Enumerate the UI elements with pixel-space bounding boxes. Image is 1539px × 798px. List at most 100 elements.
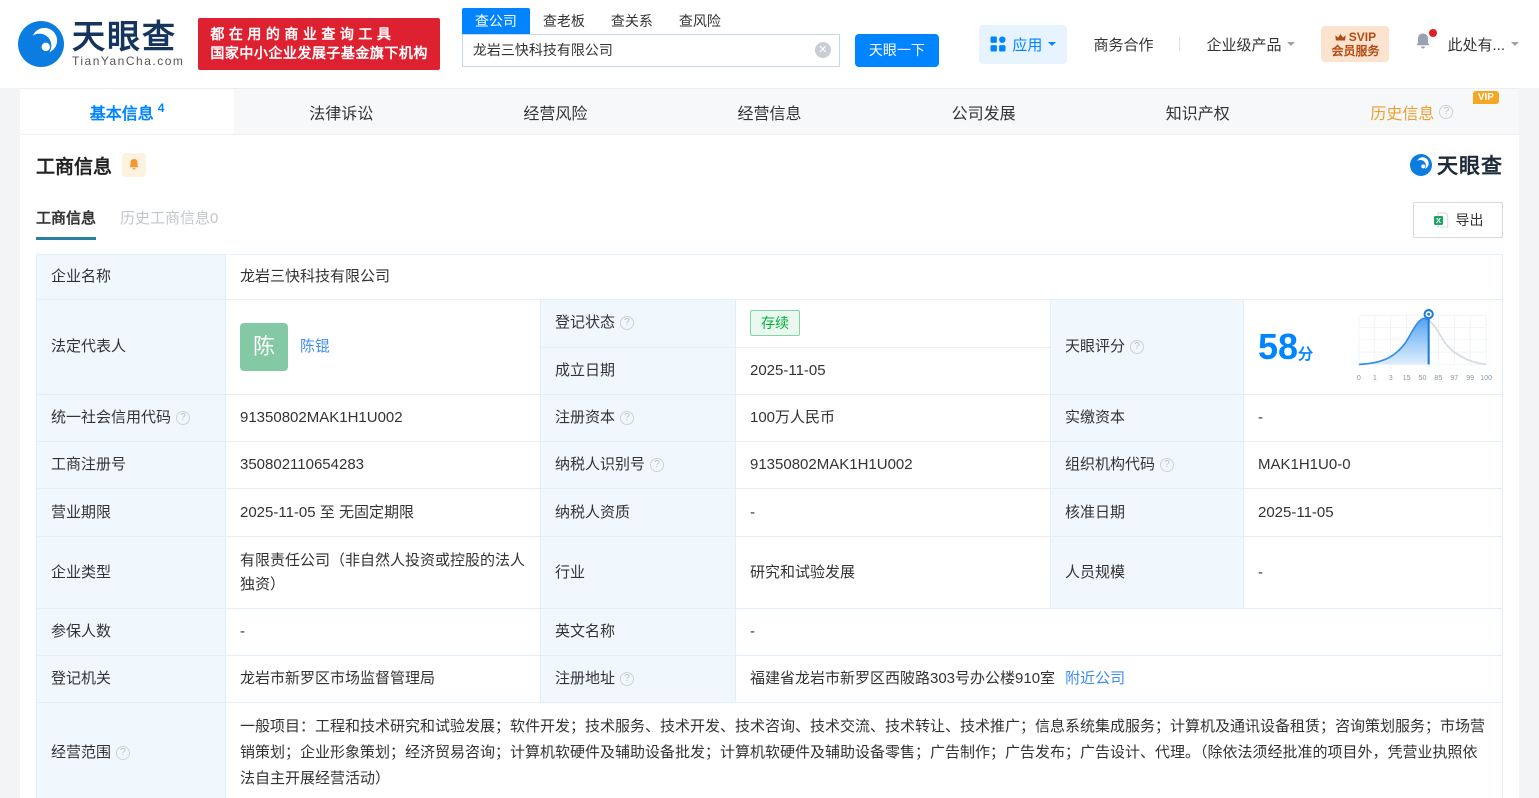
legal-rep-link[interactable]: 陈锟 bbox=[300, 335, 330, 359]
field-label: 实缴资本 bbox=[1051, 395, 1244, 441]
score-unit: 分 bbox=[1298, 346, 1314, 363]
tab-basic-info[interactable]: 基本信息 4 bbox=[20, 89, 235, 134]
tab-intellectual-property[interactable]: 知识产权 bbox=[1091, 89, 1305, 134]
field-label: 行业 bbox=[541, 537, 736, 608]
field-label: 参保人数 bbox=[37, 609, 226, 655]
section-title: 工商信息 bbox=[36, 156, 113, 178]
search-tab-company[interactable]: 查公司 bbox=[461, 7, 530, 34]
est-date-value: 2025-11-05 bbox=[750, 361, 826, 379]
monitor-bell-button[interactable] bbox=[122, 153, 147, 177]
chevron-down-icon bbox=[1511, 42, 1519, 50]
nav-divider bbox=[1179, 37, 1181, 51]
tab-operation-info[interactable]: 经营信息 bbox=[662, 89, 876, 134]
help-icon[interactable]: ? bbox=[650, 458, 665, 472]
reg-address-cell: 福建省龙岩市新罗区西陂路303号办公楼910室 附近公司 bbox=[736, 656, 1502, 702]
tab-development-label: 公司发展 bbox=[951, 105, 1016, 123]
table-row: 企业名称 龙岩三快科技有限公司 bbox=[37, 255, 1502, 300]
field-label: 核准日期 bbox=[1051, 489, 1244, 536]
search-tab-relation[interactable]: 查关系 bbox=[598, 8, 666, 34]
english-name-value: - bbox=[750, 623, 755, 640]
reg-status-label: 登记状态 bbox=[555, 314, 616, 332]
field-label: 成立日期 bbox=[541, 347, 736, 394]
svg-text:X: X bbox=[1435, 216, 1440, 225]
subtab-business-info[interactable]: 工商信息 bbox=[36, 207, 97, 240]
nav-item-cooperation[interactable]: 商务合作 bbox=[1093, 34, 1153, 55]
enterprise-label: 企业级产品 bbox=[1206, 36, 1282, 54]
field-label: 纳税人资质 bbox=[541, 489, 736, 536]
field-label: 英文名称 bbox=[541, 609, 736, 655]
reg-capital-value: 100万人民币 bbox=[736, 395, 1051, 441]
tab-history-info[interactable]: VIP 历史信息 ? bbox=[1305, 89, 1519, 134]
help-icon[interactable]: ? bbox=[176, 411, 191, 425]
business-scope-label: 经营范围 bbox=[51, 743, 112, 761]
user-menu[interactable]: 此处有... bbox=[1447, 34, 1519, 55]
export-label: 导出 bbox=[1455, 212, 1484, 228]
apps-menu-button[interactable]: 应用 bbox=[979, 24, 1068, 64]
eye-logo-icon bbox=[18, 21, 64, 67]
svg-text:99: 99 bbox=[1466, 374, 1474, 382]
credit-code-value: 91350802MAK1H1U002 bbox=[226, 395, 541, 441]
help-icon[interactable]: ? bbox=[1130, 340, 1145, 354]
help-icon[interactable]: ? bbox=[1160, 458, 1175, 472]
table-row: 企业类型 有限责任公司（非自然人投资或控股的法人独资） 行业 研究和试验发展 人… bbox=[37, 537, 1502, 609]
reg-address-label: 注册地址 bbox=[555, 670, 616, 687]
field-label: 人员规模 bbox=[1051, 537, 1244, 608]
search-tab-boss[interactable]: 查老板 bbox=[530, 8, 598, 34]
svg-text:1: 1 bbox=[1373, 374, 1377, 382]
search-input[interactable] bbox=[472, 42, 815, 58]
reg-status-cell: 存续 bbox=[736, 300, 1050, 347]
org-code-value: MAK1H1U0-0 bbox=[1258, 456, 1351, 473]
tab-legal[interactable]: 法律诉讼 bbox=[234, 89, 448, 134]
bell-icon bbox=[129, 159, 139, 170]
top-header: 天眼查 TianYanCha.com 都在用的商业查询工具 国家中小企业发展子基… bbox=[0, 0, 1539, 88]
svip-membership-button[interactable]: SVIP 会员服务 bbox=[1321, 26, 1390, 62]
user-name: 此处有... bbox=[1447, 36, 1505, 54]
nearby-companies-link[interactable]: 附近公司 bbox=[1065, 667, 1125, 691]
svg-text:85: 85 bbox=[1434, 374, 1442, 382]
score-label: 天眼评分 bbox=[1065, 338, 1126, 355]
search-area: 查公司 查老板 查关系 查风险 ✕ 天眼一下 bbox=[461, 7, 939, 67]
status-badge: 存续 bbox=[750, 310, 800, 337]
field-label: 工商注册号 bbox=[37, 442, 226, 488]
svg-text:15: 15 bbox=[1403, 374, 1411, 382]
tab-business-risk[interactable]: 经营风险 bbox=[448, 89, 662, 134]
help-icon[interactable]: ? bbox=[620, 411, 635, 425]
nav-item-enterprise[interactable]: 企业级产品 bbox=[1206, 34, 1296, 55]
apps-label: 应用 bbox=[1012, 36, 1043, 54]
help-icon[interactable]: ? bbox=[1439, 104, 1454, 119]
reg-address-value: 福建省龙岩市新罗区西陂路303号办公楼910室 bbox=[750, 670, 1056, 687]
insured-count-value: - bbox=[226, 609, 541, 655]
help-icon[interactable]: ? bbox=[116, 745, 131, 760]
company-nav-tabs: 基本信息 4 法律诉讼 经营风险 经营信息 公司发展 知识产权 VIP 历史信息… bbox=[20, 88, 1519, 135]
subtab-history-business-info[interactable]: 历史工商信息0 bbox=[120, 207, 218, 240]
chevron-down-icon bbox=[1287, 42, 1296, 50]
search-tabs: 查公司 查老板 查关系 查风险 bbox=[461, 7, 939, 34]
content-area: 工商信息 天眼查 工商信息 历史工商信息0 X 导出 企业名称 龙岩三快科技有限… bbox=[20, 135, 1519, 798]
table-row: 统一社会信用代码 ? 91350802MAK1H1U002 注册资本 ? 100… bbox=[37, 395, 1502, 442]
business-term-value: 2025-11-05 至 无固定期限 bbox=[226, 489, 541, 536]
clear-search-icon[interactable]: ✕ bbox=[814, 42, 831, 58]
field-label: 登记状态 ? bbox=[541, 300, 736, 347]
tianyancha-logo[interactable]: 天眼查 TianYanCha.com bbox=[18, 20, 184, 68]
search-box: ✕ bbox=[461, 33, 840, 67]
search-tab-risk[interactable]: 查风险 bbox=[666, 8, 734, 34]
help-icon[interactable]: ? bbox=[620, 316, 635, 331]
notifications-button[interactable] bbox=[1413, 28, 1438, 57]
banner-line1: 都在用的商业查询工具 bbox=[210, 26, 396, 42]
field-label: 纳税人识别号 ? bbox=[541, 442, 736, 488]
tab-basic-label: 基本信息 bbox=[89, 105, 154, 123]
page-card: 基本信息 4 法律诉讼 经营风险 经营信息 公司发展 知识产权 VIP 历史信息… bbox=[20, 88, 1519, 798]
field-label: 统一社会信用代码 ? bbox=[37, 395, 226, 441]
company-type-value: 有限责任公司（非自然人投资或控股的法人独资） bbox=[226, 537, 541, 608]
legal-rep-avatar[interactable]: 陈 bbox=[240, 323, 288, 371]
status-date-stack: 登记状态 ? 存续 成立日期 2025-11-05 bbox=[541, 300, 1051, 394]
search-button[interactable]: 天眼一下 bbox=[854, 33, 939, 67]
tab-company-development[interactable]: 公司发展 bbox=[877, 89, 1091, 134]
export-button[interactable]: X 导出 bbox=[1413, 202, 1503, 238]
tab-risk-label: 经营风险 bbox=[523, 105, 588, 123]
help-icon[interactable]: ? bbox=[620, 672, 635, 686]
tab-history-label: 历史信息 bbox=[1370, 105, 1435, 123]
taxpayer-qualification-value: - bbox=[736, 489, 1051, 536]
table-row: 经营范围 ? 一般项目：工程和技术研究和试验发展；软件开发；技术服务、技术开发、… bbox=[37, 703, 1502, 798]
watermark-logo: 天眼查 bbox=[1410, 150, 1503, 180]
